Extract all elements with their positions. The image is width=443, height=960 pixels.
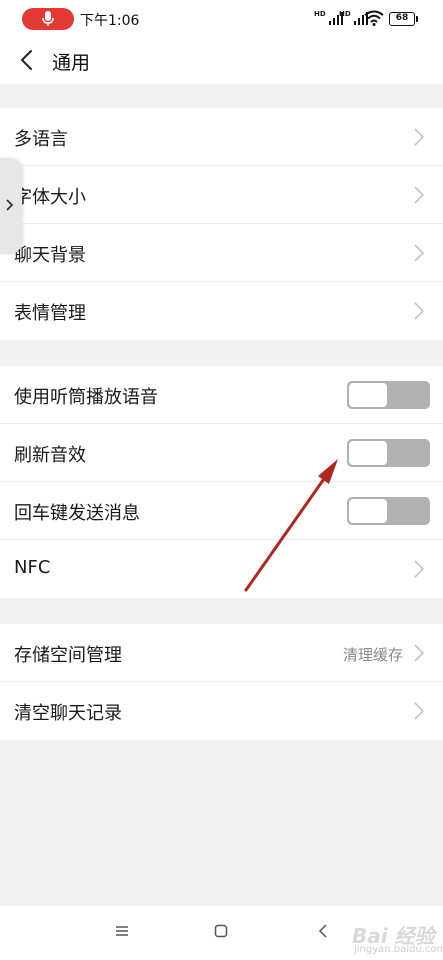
home-icon[interactable] [214, 924, 228, 938]
status-time: 下午1:06 [80, 13, 140, 29]
refresh-sound-toggle[interactable] [347, 439, 430, 467]
chevron-right-icon [414, 244, 425, 262]
settings-group-display: 多语言 字体大小 聊天背景 表情管理 [0, 108, 443, 340]
setting-label: 使用听筒播放语音 [14, 387, 158, 408]
chevron-right-icon [414, 302, 425, 320]
setting-label: 聊天背景 [14, 245, 86, 266]
page-title: 通用 [52, 52, 91, 74]
setting-row-clear-chat-history[interactable]: 清空聊天记录 [0, 682, 443, 740]
chevron-right-icon [414, 128, 425, 146]
setting-row-font-size[interactable]: 字体大小 [0, 166, 443, 224]
floating-side-handle[interactable] [0, 158, 22, 254]
battery-icon: 68 [389, 12, 418, 26]
earpiece-playback-toggle[interactable] [347, 381, 430, 409]
setting-label: NFC [14, 557, 51, 578]
watermark-subtext: jingyan.baidu.com [354, 944, 443, 955]
setting-row-nfc[interactable]: NFC [0, 540, 443, 598]
setting-label: 多语言 [14, 129, 68, 150]
toggle-knob [349, 441, 387, 465]
setting-row-refresh-sound: 刷新音效 [0, 424, 443, 482]
chevron-right-icon [414, 560, 425, 578]
enter-to-send-toggle[interactable] [347, 497, 430, 525]
setting-row-sticker-management[interactable]: 表情管理 [0, 282, 443, 340]
setting-row-chat-background[interactable]: 聊天背景 [0, 224, 443, 282]
title-bar: 通用 [0, 38, 443, 84]
baidu-watermark: Bai 经验 jingyan.baidu.com [318, 912, 443, 958]
chevron-left-icon[interactable] [16, 48, 40, 72]
menu-icon[interactable] [115, 924, 129, 938]
wifi-icon [364, 10, 384, 26]
chevron-right-icon [414, 644, 425, 662]
settings-group-behavior: 使用听筒播放语音 刷新音效 回车键发送消息 NFC [0, 366, 443, 598]
setting-row-language[interactable]: 多语言 [0, 108, 443, 166]
setting-row-enter-to-send: 回车键发送消息 [0, 482, 443, 540]
setting-label: 字体大小 [14, 187, 86, 208]
setting-label: 刷新音效 [14, 445, 86, 466]
clear-cache-hint: 清理缓存 [342, 646, 403, 664]
setting-label: 回车键发送消息 [14, 503, 140, 524]
chevron-right-icon [414, 186, 425, 204]
setting-row-storage-management[interactable]: 存储空间管理 清理缓存 [0, 624, 443, 682]
setting-label: 表情管理 [14, 303, 86, 324]
microphone-icon [42, 11, 54, 26]
setting-label: 存储空间管理 [14, 645, 122, 666]
setting-label: 清空聊天记录 [14, 703, 122, 724]
chevron-right-icon [6, 199, 14, 211]
status-bar: 下午1:06 HD HD 68 [0, 0, 443, 38]
setting-row-earpiece-playback: 使用听筒播放语音 [0, 366, 443, 424]
settings-group-storage: 存储空间管理 清理缓存 清空聊天记录 [0, 624, 443, 740]
mic-recording-indicator[interactable] [22, 8, 74, 30]
toggle-knob [349, 499, 387, 523]
toggle-knob [349, 383, 387, 407]
chevron-right-icon [414, 702, 425, 720]
